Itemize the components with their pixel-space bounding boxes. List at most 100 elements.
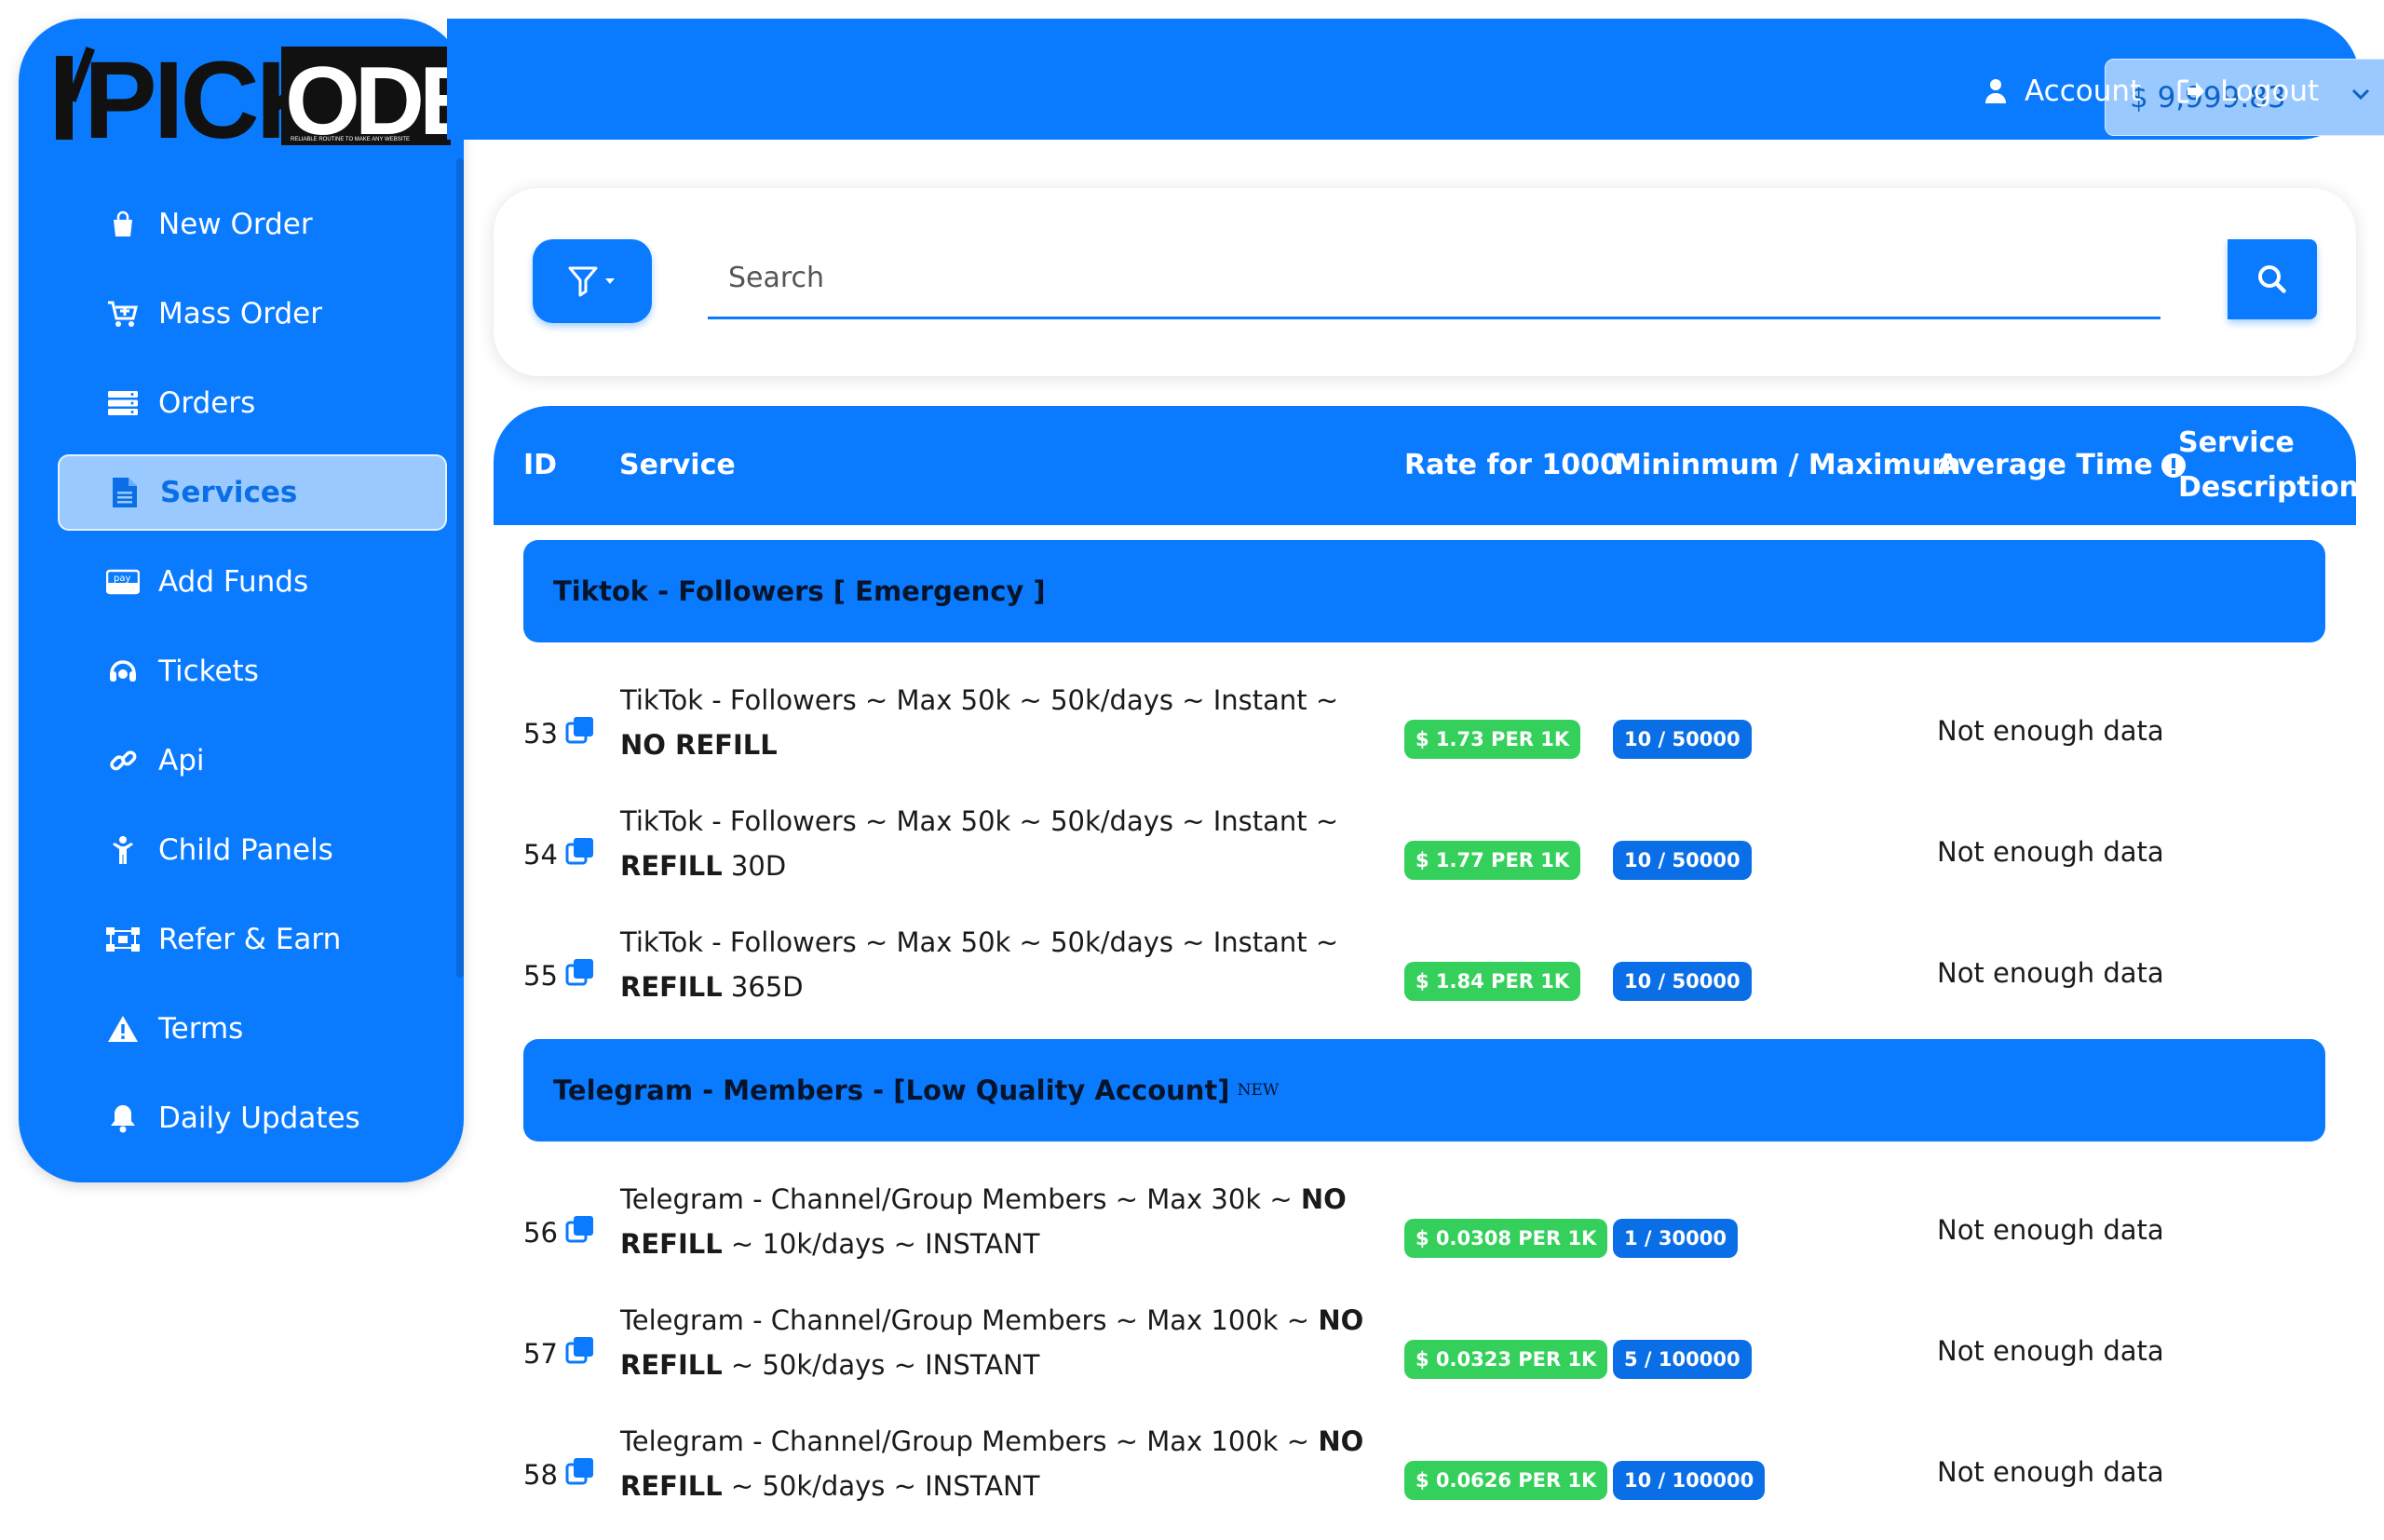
sidebar-item-tickets[interactable]: Tickets (58, 633, 447, 709)
sidebar-item-daily-updates[interactable]: Daily Updates (58, 1080, 447, 1156)
user-icon (1982, 77, 2010, 105)
sidebar-item-api[interactable]: Api (58, 723, 447, 799)
shopping-bag-icon (104, 206, 142, 243)
rate-badge: $ 0.0626 PER 1K (1404, 1461, 1608, 1500)
col-average-time[interactable]: Average Time (1937, 443, 2187, 488)
service-name: Telegram - Channel/Group Members ~ Max 3… (620, 1177, 1365, 1266)
service-id-value: 53 (523, 717, 558, 750)
copy-icon[interactable] (565, 715, 595, 751)
network-icon (104, 921, 142, 958)
service-name-text: Telegram - Channel/Group Members ~ Max 1… (620, 1425, 1319, 1457)
logout-icon (2177, 77, 2205, 105)
service-id-value: 58 (523, 1458, 558, 1491)
table-row: 57 Telegram - Channel/Group Members ~ Ma… (523, 1298, 2325, 1419)
link-icon (104, 742, 142, 779)
child-icon (104, 831, 142, 869)
minmax-badge: 1 / 30000 (1613, 1219, 1738, 1258)
sidebar-item-label: Orders (158, 386, 256, 420)
sidebar-item-services[interactable]: Services (58, 454, 447, 531)
table-row: 54 TikTok - Followers ~ Max 50k ~ 50k/da… (523, 799, 2325, 920)
average-time: Not enough data (1937, 836, 2164, 868)
sidebar-item-child-panels[interactable]: Child Panels (58, 812, 447, 888)
sidebar-item-label: New Order (158, 208, 313, 241)
average-time: Not enough data (1937, 1214, 2164, 1246)
sidebar-item-new-order[interactable]: New Order (58, 186, 447, 263)
col-rate[interactable]: Rate for 1000 (1404, 443, 1619, 488)
service-name-highlight: NO REFILL (620, 729, 778, 761)
account-link[interactable]: Account (1982, 74, 2141, 108)
search-button[interactable] (2228, 239, 2317, 319)
copy-icon[interactable] (565, 836, 595, 872)
service-name-text: TikTok - Followers ~ Max 50k ~ 50k/days … (620, 926, 1339, 958)
sidebar-item-orders[interactable]: Orders (58, 365, 447, 441)
table-row: 58 Telegram - Channel/Group Members ~ Ma… (523, 1419, 2325, 1540)
sidebar-item-mass-order[interactable]: Mass Order (58, 276, 447, 352)
service-name-rest: ~ 50k/days ~ INSTANT (722, 1349, 1040, 1381)
service-name: TikTok - Followers ~ Max 50k ~ 50k/days … (620, 799, 1365, 888)
sidebar-scrollbar[interactable] (456, 158, 464, 978)
col-id[interactable]: ID (523, 443, 557, 488)
service-id-value: 57 (523, 1337, 558, 1370)
search-card (494, 188, 2356, 376)
bell-icon (104, 1100, 142, 1137)
service-id: 56 (523, 1214, 595, 1250)
average-time: Not enough data (1937, 1335, 2164, 1367)
search-input[interactable] (708, 239, 2160, 319)
col-description[interactable]: Service Description (2178, 421, 2359, 510)
sidebar-item-terms[interactable]: Terms (58, 991, 447, 1067)
service-id: 54 (523, 836, 595, 872)
copy-icon[interactable] (565, 1456, 595, 1493)
sidebar-nav: New Order Mass Order Orders Services pay… (58, 186, 447, 1169)
document-icon (106, 474, 143, 511)
top-header: $ 9,999.83 Account Logout (447, 19, 2384, 140)
col-minmax[interactable]: Mininmum / Maximum (1614, 443, 1960, 488)
table-row: 56 Telegram - Channel/Group Members ~ Ma… (523, 1177, 2325, 1298)
svg-text:RELIABLE ROUTINE TO MAKE ANY W: RELIABLE ROUTINE TO MAKE ANY WEBSITE (291, 137, 410, 142)
rate-badge: $ 1.73 PER 1K (1404, 720, 1581, 759)
table-row: 53 TikTok - Followers ~ Max 50k ~ 50k/da… (523, 678, 2325, 799)
minmax-badge: 10 / 50000 (1613, 720, 1752, 759)
col-description-line1: Service (2178, 426, 2295, 459)
rate-badge: $ 1.84 PER 1K (1404, 962, 1581, 1001)
col-description-line2: Description (2178, 471, 2360, 504)
sidebar-item-label: Services (160, 476, 298, 509)
filter-button[interactable] (533, 239, 652, 323)
new-badge: NEW (1237, 1081, 1280, 1100)
service-name-rest: 30D (722, 850, 787, 882)
cart-plus-icon (104, 295, 142, 332)
sidebar-item-refer-earn[interactable]: Refer & Earn (58, 901, 447, 978)
chevron-down-icon (2349, 80, 2373, 114)
service-name-highlight: REFILL (620, 850, 723, 882)
minmax-badge: 10 / 100000 (1613, 1461, 1766, 1500)
logout-link[interactable]: Logout (2177, 74, 2319, 108)
rate-badge: $ 1.77 PER 1K (1404, 841, 1581, 880)
service-name-highlight: REFILL (620, 971, 723, 1003)
service-name-text: TikTok - Followers ~ Max 50k ~ 50k/days … (620, 684, 1339, 716)
service-name-text: Telegram - Channel/Group Members ~ Max 1… (620, 1304, 1319, 1336)
sidebar-item-label: Terms (158, 1012, 244, 1046)
service-name: Telegram - Channel/Group Members ~ Max 1… (620, 1419, 1365, 1508)
logo[interactable]: PICK ODER RELIABLE ROUTINE TO MAKE ANY W… (56, 28, 551, 162)
copy-icon[interactable] (565, 1214, 595, 1250)
category-row: Tiktok - Followers [ Emergency ] (523, 540, 2325, 642)
sidebar-item-label: Child Panels (158, 833, 333, 867)
category-title: Tiktok - Followers [ Emergency ] (553, 575, 1046, 607)
copy-icon[interactable] (565, 957, 595, 993)
service-name-rest: ~ 50k/days ~ INSTANT (722, 1470, 1040, 1502)
category-row: Telegram - Members - [Low Quality Accoun… (523, 1039, 2325, 1141)
service-name-rest: 365D (722, 971, 804, 1003)
service-id: 53 (523, 715, 595, 751)
warning-icon (104, 1010, 142, 1047)
service-id: 58 (523, 1456, 595, 1493)
headset-icon (104, 653, 142, 690)
sidebar-item-label: Refer & Earn (158, 923, 342, 956)
service-id: 55 (523, 957, 595, 993)
copy-icon[interactable] (565, 1335, 595, 1371)
category-title: Telegram - Members - [Low Quality Accoun… (553, 1074, 1230, 1106)
minmax-badge: 10 / 50000 (1613, 841, 1752, 880)
service-id-value: 56 (523, 1216, 558, 1249)
sidebar-item-add-funds[interactable]: pay Add Funds (58, 544, 447, 620)
search-icon (2258, 265, 2286, 293)
col-service[interactable]: Service (619, 443, 736, 488)
rate-badge: $ 0.0323 PER 1K (1404, 1340, 1608, 1379)
